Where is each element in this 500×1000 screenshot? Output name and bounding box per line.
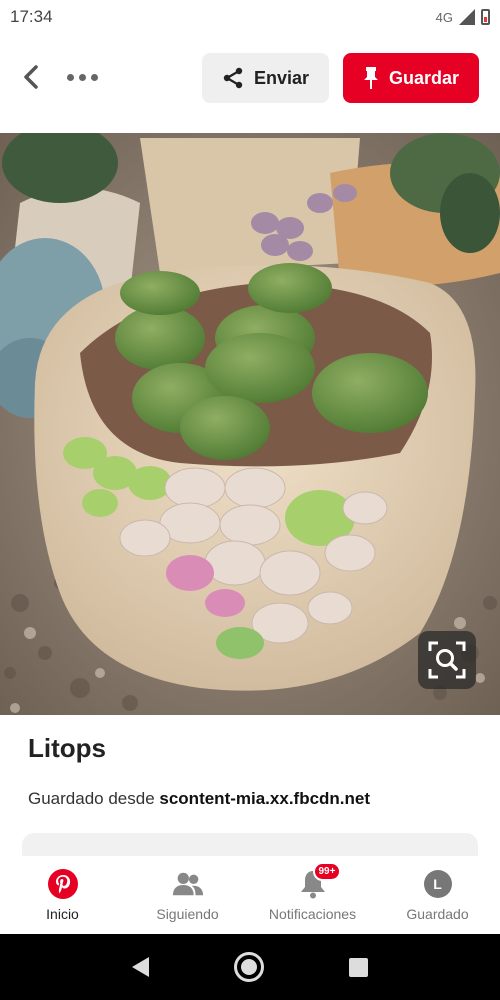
nav-label-following: Siguiendo: [156, 906, 219, 922]
battery-icon: [481, 9, 490, 25]
people-icon: [172, 868, 204, 900]
status-indicators: 4G: [436, 9, 490, 25]
nav-item-saved[interactable]: L Guardado: [375, 856, 500, 934]
send-label: Enviar: [253, 67, 310, 88]
system-recents-icon[interactable]: [348, 957, 368, 977]
system-back-icon[interactable]: [132, 957, 150, 977]
send-button[interactable]: Enviar: [202, 53, 329, 103]
status-bar: 17:34 4G: [0, 0, 500, 34]
pin-image[interactable]: [0, 133, 500, 715]
pin-detail-screen: 17:34 4G Enviar Guardar Litops Guardado …: [0, 0, 500, 1000]
dot-icon: [90, 73, 98, 81]
nav-label-notifications: Notificaciones: [268, 906, 357, 922]
network-type: 4G: [435, 9, 453, 25]
source-domain-link[interactable]: scontent-mia.xx.fbcdn.net: [159, 789, 370, 808]
top-action-bar: Enviar Guardar: [0, 34, 500, 124]
avatar-letter: L: [423, 870, 452, 898]
system-navigation-bar: [0, 934, 500, 1000]
succulent-planter-photo: [0, 133, 500, 715]
signal-icon: [459, 9, 475, 25]
save-button[interactable]: Guardar: [343, 53, 479, 103]
notification-count-badge: 99+: [312, 862, 342, 881]
system-home-icon[interactable]: [233, 952, 264, 982]
back-button[interactable]: [18, 62, 44, 92]
pin-source: Guardado desde scontent-mia.xx.fbcdn.net: [28, 789, 370, 809]
source-prefix: Guardado desde: [28, 789, 160, 808]
save-label: Guardar: [388, 67, 460, 88]
avatar-icon: L: [422, 868, 454, 900]
nav-item-following[interactable]: Siguiendo: [125, 856, 250, 934]
bell-icon: 99+: [297, 862, 342, 900]
nav-label-saved: Guardado: [406, 906, 469, 922]
pinterest-logo-icon: [47, 868, 79, 900]
chevron-left-icon: [24, 65, 38, 89]
nav-label-home: Inicio: [46, 906, 79, 922]
more-options-button[interactable]: [62, 64, 102, 90]
lens-icon: [428, 641, 466, 679]
visual-search-button[interactable]: [418, 631, 476, 689]
bottom-navigation: Inicio Siguiendo 99+ Notificaciones L Gu…: [0, 856, 500, 934]
status-time: 17:34: [10, 7, 53, 26]
share-icon: [223, 67, 243, 89]
dot-icon: [66, 73, 74, 81]
nav-item-notifications[interactable]: 99+ Notificaciones: [250, 856, 375, 934]
nav-item-home[interactable]: Inicio: [0, 856, 125, 934]
dot-icon: [78, 73, 86, 81]
pin-icon: [363, 67, 378, 89]
pin-title: Litops: [28, 733, 106, 763]
